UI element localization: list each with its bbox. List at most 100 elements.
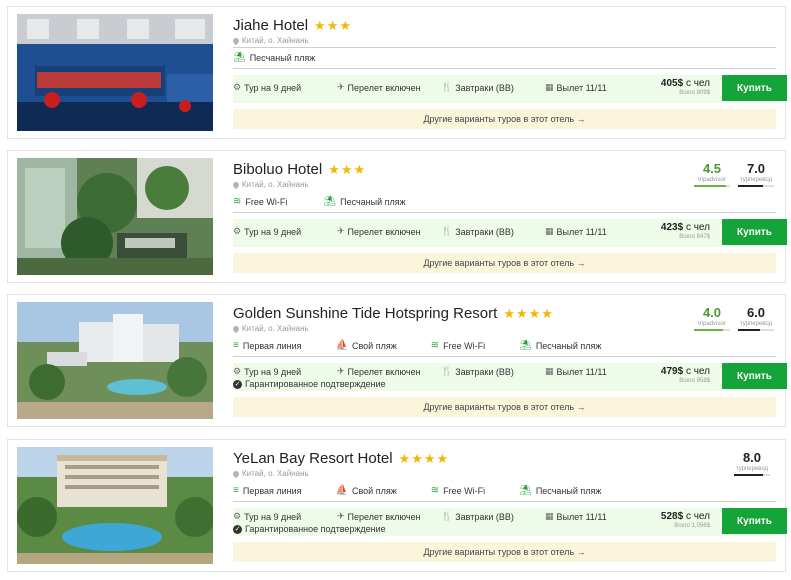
hotel-title-row: Golden Sunshine Tide Hotspring Resort ★ …: [233, 303, 553, 323]
hotel-photo[interactable]: [17, 302, 213, 419]
price-value: 405$: [660, 78, 684, 89]
buy-button[interactable]: Купить: [722, 508, 787, 534]
price-main: 405$ с чел: [661, 78, 710, 89]
palm-icon: ⛱: [519, 340, 532, 351]
plane-icon: ✈: [337, 366, 345, 376]
divider: [233, 47, 776, 48]
amenity-label: Первая линия: [242, 341, 302, 351]
price-unit: с чел: [685, 222, 710, 233]
rating-label: tripadvisor: [698, 177, 726, 183]
buy-button[interactable]: Купить: [722, 363, 787, 389]
wifi-icon: ≋: [233, 196, 242, 207]
tour-meals: 🍴 Завтраки (BB): [441, 511, 514, 522]
tour-flight: ✈ Перелет включен: [337, 226, 421, 237]
price-total: Всего 847$: [679, 234, 710, 240]
star-icon: ★: [515, 305, 528, 321]
hotel-name[interactable]: YeLan Bay Resort Hotel: [233, 450, 393, 467]
tour-flight-text: Перелет включен: [347, 511, 421, 522]
amenity: ⛱ Песчаный пляж: [323, 197, 406, 208]
hotel-title-row: Biboluo Hotel ★ ★ ★: [233, 159, 365, 179]
hotel-name[interactable]: Golden Sunshine Tide Hotspring Resort: [233, 305, 497, 322]
gear-icon: ⚙: [233, 226, 242, 236]
other-tours-link[interactable]: Другие варианты туров в этот отель →: [233, 542, 776, 562]
star-rating: ★ ★ ★ ★: [399, 452, 449, 465]
plane-icon: ✈: [337, 82, 345, 92]
hotel-card: YeLan Bay Resort Hotel ★ ★ ★ ★ Китай, о.…: [7, 439, 787, 572]
tour-meals-text: Завтраки (BB): [455, 82, 514, 93]
hotel-name[interactable]: Jiahe Hotel: [233, 17, 308, 34]
tour-departure: ▦ Вылет 11/11: [545, 511, 607, 522]
turtella-rating[interactable]: 6.0 турперевод: [738, 305, 774, 331]
rating-label: tripadvisor: [698, 321, 726, 327]
hotel-location: Китай, о. Хайнань: [231, 469, 309, 478]
hotel-card: Jiahe Hotel ★ ★ ★ Китай, о. Хайнань ⛱ Пе…: [7, 6, 787, 139]
palm-icon: ⛱: [233, 52, 246, 63]
hotel-photo-image: [17, 447, 213, 564]
location-pin-icon: [231, 36, 241, 45]
price-total: Всего 1,056$: [674, 523, 710, 529]
beach-icon: ⛵: [335, 340, 348, 351]
hotel-title-row: YeLan Bay Resort Hotel ★ ★ ★ ★: [233, 448, 448, 468]
tour-duration-text: Тур на 9 дней: [244, 511, 302, 522]
hotel-photo[interactable]: [17, 14, 213, 131]
star-icon: ★: [423, 450, 436, 466]
turtella-rating[interactable]: 7.0 турперевод: [738, 161, 774, 187]
buy-button[interactable]: Купить: [722, 219, 787, 245]
location-pin-icon: [231, 180, 241, 189]
amenity: ⛵ Свой пляж: [335, 340, 397, 352]
star-icon: ★: [503, 305, 515, 321]
hotel-photo[interactable]: [17, 447, 213, 564]
amenity-label: Песчаный пляж: [535, 341, 602, 351]
turtella-rating[interactable]: 8.0 турперевод: [734, 450, 770, 476]
star-icon: ★: [398, 450, 411, 466]
hotel-card: Golden Sunshine Tide Hotspring Resort ★ …: [7, 294, 787, 427]
price-total: Всего 958$: [679, 378, 710, 384]
amenity-label: Песчаный пляж: [340, 197, 406, 207]
check-circle-icon: ✓: [233, 524, 242, 534]
utensils-icon: 🍴: [441, 511, 453, 521]
buy-button[interactable]: Купить: [722, 75, 787, 101]
other-tours-link[interactable]: Другие варианты туров в этот отель →: [233, 109, 776, 129]
palm-icon: ⛱: [519, 485, 532, 496]
beach-icon: ⛵: [335, 485, 348, 496]
amenity: ≋ Free Wi-Fi: [431, 341, 485, 352]
utensils-icon: 🍴: [441, 366, 453, 376]
star-icon: ★: [411, 450, 423, 466]
tripadvisor-rating[interactable]: 4.0 tripadvisor: [694, 305, 730, 331]
calendar-icon: ▦: [545, 366, 554, 376]
rating-value: 4.5: [702, 161, 722, 176]
hotel-card: Biboluo Hotel ★ ★ ★ Китай, о. Хайнань 4.…: [7, 150, 787, 283]
rating-bar: [694, 185, 730, 187]
location-pin-icon: [231, 469, 241, 478]
gear-icon: ⚙: [233, 82, 242, 92]
amenity-label: Свой пляж: [352, 341, 397, 351]
price-unit: с чел: [685, 78, 710, 89]
gear-icon: ⚙: [233, 366, 242, 376]
amenity: ≋ Free Wi-Fi: [233, 196, 287, 208]
other-tours-link[interactable]: Другие варианты туров в этот отель →: [233, 253, 776, 273]
hotel-location: Китай, о. Хайнань: [231, 180, 309, 189]
rating-label: турперевод: [739, 177, 773, 183]
tour-duration-text: Тур на 9 дней: [244, 366, 302, 377]
tour-offer: ⚙ Тур на 9 дней ✓ Гарантированное подтве…: [233, 363, 787, 391]
price-block: 528$ с чел Всего 1,056$: [661, 511, 710, 529]
amenities: ≡ Первая линия ⛵ Свой пляж ≋ Free Wi-Fi …: [233, 339, 601, 353]
hotel-name[interactable]: Biboluo Hotel: [233, 161, 322, 178]
rating-bar: [738, 185, 774, 187]
calendar-icon: ▦: [545, 511, 554, 521]
check-circle-icon: ✓: [233, 379, 242, 389]
hotel-photo[interactable]: [17, 158, 213, 275]
hotel-location: Китай, о. Хайнань: [231, 36, 309, 45]
rating-value: 6.0: [746, 305, 766, 320]
divider: [233, 356, 776, 357]
tripadvisor-rating[interactable]: 4.5 tripadvisor: [694, 161, 730, 187]
star-icon: ★: [328, 161, 340, 177]
other-tours-link[interactable]: Другие варианты туров в этот отель →: [233, 397, 776, 417]
price-main: 528$ с чел: [661, 511, 710, 522]
tour-departure-text: Вылет 11/11: [556, 366, 607, 377]
plane-icon: ✈: [337, 226, 345, 236]
tour-flight-text: Перелет включен: [347, 366, 421, 377]
amenity-label: Free Wi-Fi: [443, 486, 486, 496]
hotel-photo-image: [17, 302, 213, 419]
rating-value: 8.0: [742, 450, 762, 465]
